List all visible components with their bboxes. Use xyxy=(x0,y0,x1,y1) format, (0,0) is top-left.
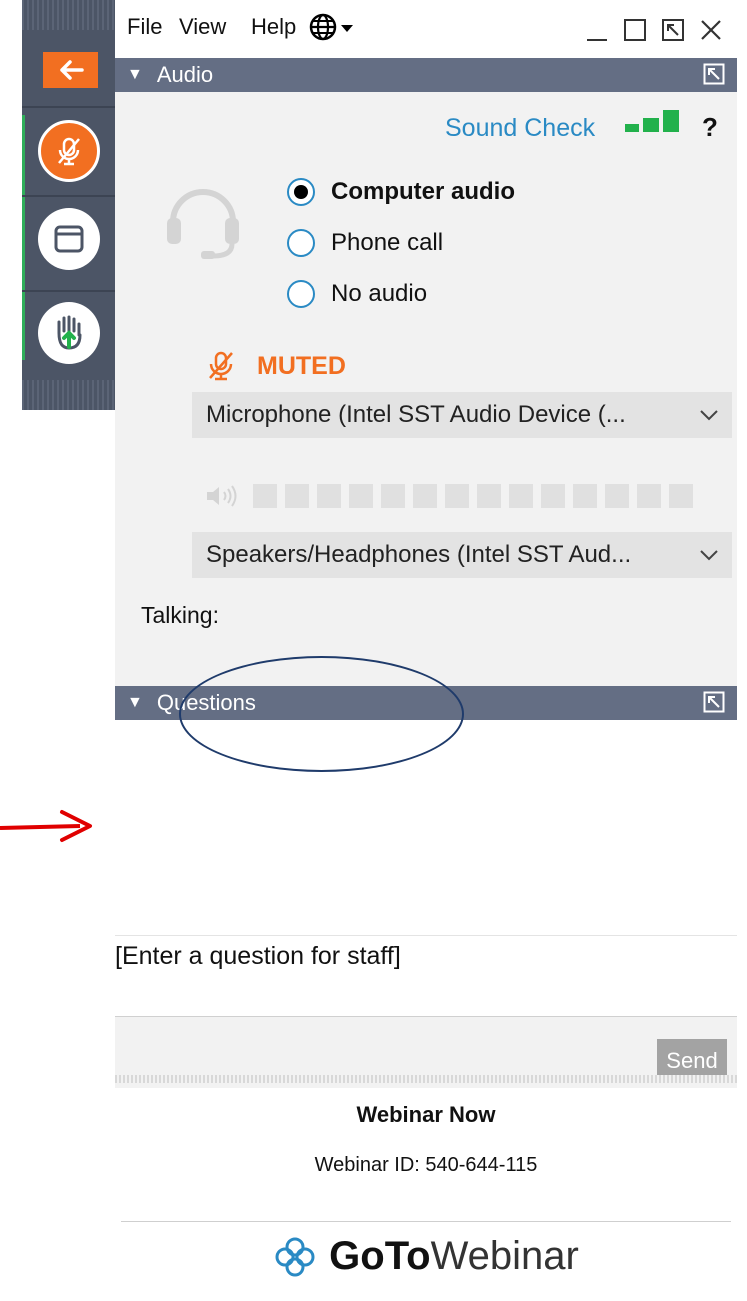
raise-hand-icon xyxy=(57,315,82,350)
maximize-icon[interactable] xyxy=(623,14,647,44)
restore-icon[interactable] xyxy=(661,14,685,44)
radio-no-audio[interactable]: No audio xyxy=(287,280,427,308)
speaker-level-meter xyxy=(205,484,701,508)
mute-toggle-button[interactable] xyxy=(38,120,100,182)
webinar-name: Webinar Now xyxy=(356,1102,496,1127)
language-menu[interactable] xyxy=(309,12,357,47)
undock-icon[interactable] xyxy=(703,63,725,85)
muted-label: MUTED xyxy=(257,351,346,380)
webinar-footer: Webinar Now Webinar ID: 540-644-115 GoTo… xyxy=(115,1088,737,1301)
menu-bar: File View Help xyxy=(115,0,737,58)
sound-check-link[interactable]: Sound Check xyxy=(445,114,595,143)
webinar-control-panel: File View Help ▼ Audio Sound Check ? Com… xyxy=(115,0,737,1301)
radio-computer-audio[interactable]: Computer audio xyxy=(287,178,515,206)
speaker-icon xyxy=(207,485,237,507)
annotation-arrow-icon xyxy=(0,810,92,842)
webinar-id: Webinar ID: 540-644-115 xyxy=(314,1154,538,1176)
radio-label: No audio xyxy=(331,280,428,307)
radio-label: Phone call xyxy=(331,229,444,256)
microphone-value: Microphone (Intel SST Audio Device (... xyxy=(206,401,626,428)
chevron-down-icon xyxy=(700,410,718,421)
audio-panel: Sound Check ? Computer audio Phone call … xyxy=(115,92,737,682)
collapse-triangle-icon[interactable]: ▼ xyxy=(127,694,143,712)
gotowebinar-logo: GoTo Webinar xyxy=(115,1234,737,1279)
toolbar-divider xyxy=(22,195,115,197)
grab-handle-top[interactable] xyxy=(22,0,115,30)
mic-muted-icon xyxy=(209,351,233,381)
window-controls xyxy=(585,14,723,44)
logo-goto: GoTo xyxy=(329,1234,431,1278)
radio-button[interactable] xyxy=(287,178,315,206)
audio-panel-title: Audio xyxy=(156,62,214,87)
radio-phone-call[interactable]: Phone call xyxy=(287,229,443,257)
radio-label: Computer audio xyxy=(331,178,515,205)
toolbar-divider xyxy=(22,106,115,108)
radio-button[interactable] xyxy=(287,229,315,257)
screen-viewer-button[interactable] xyxy=(38,208,100,270)
menu-help[interactable]: Help xyxy=(251,14,296,40)
question-input-placeholder: [Enter a question for staff] xyxy=(115,942,401,970)
menu-file[interactable]: File xyxy=(127,14,162,40)
annotation-ellipse xyxy=(179,656,464,772)
audio-panel-header[interactable]: ▼ Audio xyxy=(115,58,737,92)
signal-bars-icon xyxy=(625,110,679,132)
logo-webinar: Webinar xyxy=(430,1234,579,1278)
help-question-mark[interactable]: ? xyxy=(702,112,718,143)
minimize-icon[interactable] xyxy=(585,14,609,44)
screen-icon xyxy=(54,225,84,253)
flower-logo-icon xyxy=(275,1237,315,1276)
speaker-value: Speakers/Headphones (Intel SST Aud... xyxy=(206,541,632,568)
mic-muted-icon xyxy=(58,137,80,166)
radio-button[interactable] xyxy=(287,280,315,308)
menu-view[interactable]: View xyxy=(179,14,226,40)
toolbar-divider xyxy=(22,290,115,292)
mute-status[interactable]: MUTED xyxy=(205,350,346,382)
headset-icon xyxy=(167,189,239,259)
back-arrow-icon xyxy=(59,60,84,80)
raise-hand-button[interactable] xyxy=(38,302,100,364)
grab-handle-bottom[interactable] xyxy=(22,380,115,410)
microphone-select[interactable]: Microphone (Intel SST Audio Device (... xyxy=(192,392,732,438)
resize-grip[interactable] xyxy=(115,1075,737,1083)
collapse-triangle-icon[interactable]: ▼ xyxy=(127,66,143,84)
footer-divider xyxy=(121,1221,731,1222)
close-icon[interactable] xyxy=(699,14,723,44)
globe-icon xyxy=(309,13,353,41)
collapse-panel-button[interactable] xyxy=(43,52,98,88)
question-input[interactable]: [Enter a question for staff] xyxy=(115,935,737,1017)
speaker-select[interactable]: Speakers/Headphones (Intel SST Aud... xyxy=(192,532,732,578)
undock-icon[interactable] xyxy=(703,691,725,713)
toolbar-status-line xyxy=(22,115,25,360)
talking-label: Talking: xyxy=(141,602,219,628)
chevron-down-icon xyxy=(700,550,718,561)
